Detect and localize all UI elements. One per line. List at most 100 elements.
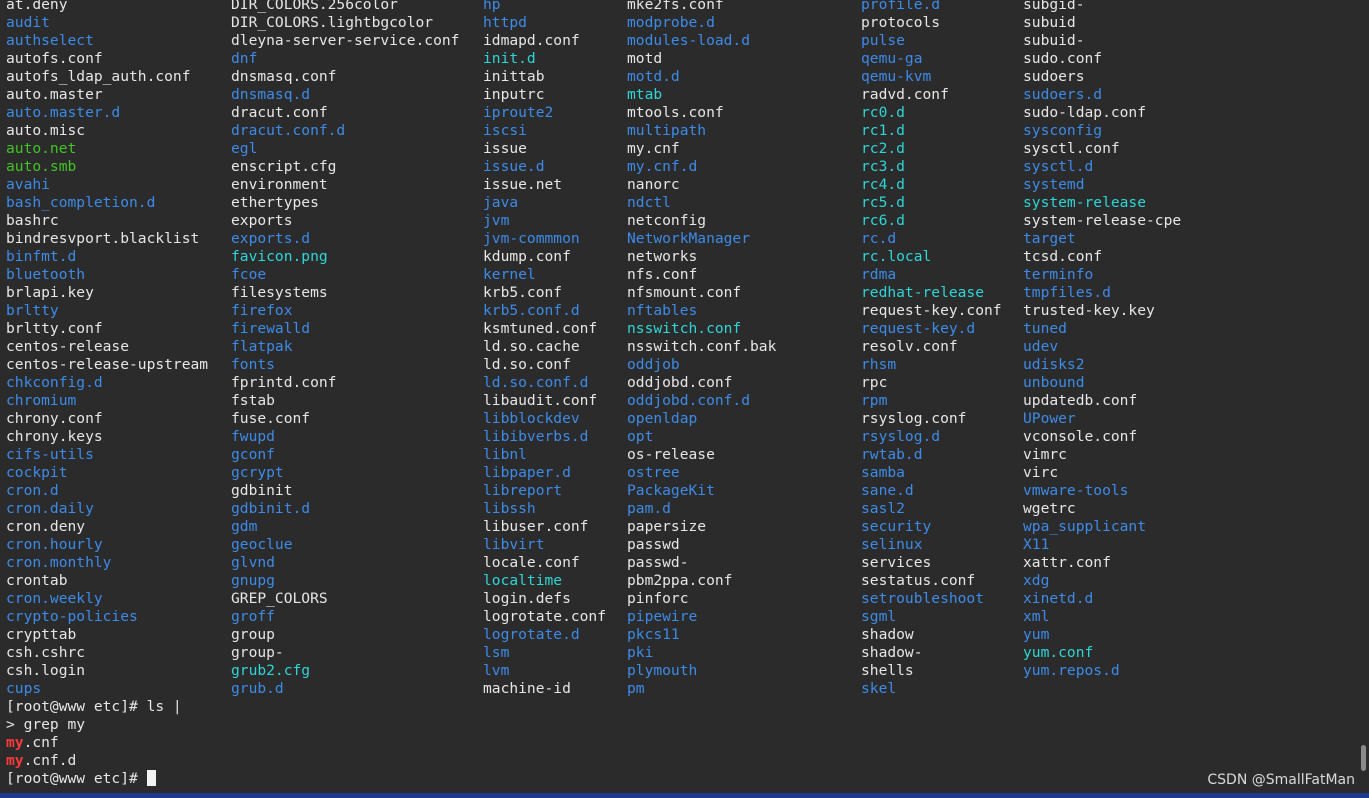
ls-entry-link: rc4.d [861, 176, 905, 193]
ls-entry-dir: libssh [483, 500, 536, 517]
ls-entry-dir: rc.d [861, 230, 897, 247]
ls-entry-dir: oddjobd.conf.d [627, 392, 751, 409]
text-cursor[interactable] [146, 770, 156, 786]
ls-entry-file: csh.login [6, 662, 86, 679]
ls-entry-dir: oddjob [627, 356, 680, 373]
ls-entry-file: ksmtuned.conf [483, 320, 598, 337]
ls-entry-file: nfs.conf [627, 266, 698, 283]
ls-entry-dir: ld.so.conf.d [483, 374, 589, 391]
ls-entry-file: locale.conf [483, 554, 580, 571]
ls-entry-file: sudo.conf [1023, 50, 1103, 67]
ls-entry-file: request-key.conf [861, 302, 1002, 319]
ls-entry-file: motd [627, 50, 663, 67]
ls-entry-dir: bluetooth [6, 266, 86, 283]
ls-entry-dir: tmpfiles.d [1023, 284, 1111, 301]
ls-entry-file: cron.deny [6, 518, 86, 535]
ls-entry-file: autofs.conf [6, 50, 103, 67]
ls-entry-dir: tuned [1023, 320, 1067, 337]
ls-entry-link: rc0.d [861, 104, 905, 121]
ls-entry-dir: gconf [231, 446, 275, 463]
ls-entry-file: rpc [861, 374, 888, 391]
command-line: [root@www etc]# ls | [6, 698, 182, 715]
grep-match-highlight: my [6, 734, 24, 751]
ls-entry-dir: rsyslog.d [861, 428, 941, 445]
ls-entry-file: at.deny [6, 0, 68, 13]
ls-entry-file: subgid- [1023, 0, 1085, 13]
ls-entry-file: os-release [627, 446, 715, 463]
ls-entry-file: auto.misc [6, 122, 86, 139]
ls-entry-file: shadow- [861, 644, 923, 661]
ls-entry-file: group [231, 626, 275, 643]
ls-entry-dir: cron.daily [6, 500, 94, 517]
ls-entry-dir: crypto-policies [6, 608, 138, 625]
ls-entry-dir: lvm [483, 662, 510, 679]
ls-entry-dir: jvm [483, 212, 510, 229]
ls-entry-dir: geoclue [231, 536, 293, 553]
ls-entry-file: exports [231, 212, 293, 229]
ls-entry-dir: glvnd [231, 554, 275, 571]
ls-entry-link: rc3.d [861, 158, 905, 175]
ls-entry-dir: modules-load.d [627, 32, 751, 49]
ls-entry-link: rc6.d [861, 212, 905, 229]
ls-entry-file: trusted-key.key [1023, 302, 1155, 319]
ls-entry-dir: PackageKit [627, 482, 715, 499]
ls-entry-dir: httpd [483, 14, 527, 31]
ls-entry-dir: qemu-kvm [861, 68, 932, 85]
ls-entry-dir: NetworkManager [627, 230, 751, 247]
ls-entry-dir: dnf [231, 50, 258, 67]
ls-entry-file: sudoers [1023, 68, 1085, 85]
ls-entry-file: mtools.conf [627, 104, 724, 121]
grep-result-rest: .cnf [23, 734, 59, 751]
ls-entry-file: fuse.conf [231, 410, 311, 427]
ls-entry-exec: auto.smb [6, 158, 77, 175]
ls-entry-file: papersize [627, 518, 707, 535]
ls-entry-file: sysctl.conf [1023, 140, 1120, 157]
ls-entry-dir: sysctl.d [1023, 158, 1094, 175]
ls-entry-dir: motd.d [627, 68, 680, 85]
ls-column: mke2fs.conf modprobe.d modules-load.d motd m… [627, 0, 776, 698]
ls-entry-file: fstab [231, 392, 275, 409]
ls-entry-file: ld.so.cache [483, 338, 580, 355]
ls-entry-dir: cron.weekly [6, 590, 103, 607]
ls-entry-file: system-release-cpe [1023, 212, 1182, 229]
active-prompt-line[interactable]: [root@www etc]# [6, 770, 182, 788]
ls-entry-file: passwd [627, 536, 680, 553]
scrollbar-thumb[interactable] [1361, 745, 1366, 771]
ls-entry-file: netconfig [627, 212, 707, 229]
ls-column: profile.d protocols pulse qemu-ga qemu-kvm ra… [861, 0, 1002, 698]
grep-result: my.cnf.d [6, 752, 182, 770]
ls-entry-file: libaudit.conf [483, 392, 598, 409]
ls-entry-link: redhat-release [861, 284, 985, 301]
ls-entry-dir: plymouth [627, 662, 698, 679]
ls-entry-dir: nftables [627, 302, 698, 319]
ls-entry-file: nfsmount.conf [627, 284, 742, 301]
ls-entry-file: vimrc [1023, 446, 1067, 463]
ls-entry-file: auto.master [6, 86, 103, 103]
ls-entry-dir: cron.hourly [6, 536, 103, 553]
ls-entry-file: sestatus.conf [861, 572, 976, 589]
ls-entry-file: ethertypes [231, 194, 319, 211]
ls-entry-dir: pm [627, 680, 645, 697]
ls-entry-file: issue.net [483, 176, 563, 193]
ls-entry-dir: gcrypt [231, 464, 284, 481]
terminal-window[interactable]: at.deny audit authselect autofs.conf autofs_… [0, 0, 1369, 798]
ls-entry-file: shadow [861, 626, 914, 643]
ls-entry-dir: rdma [861, 266, 897, 283]
ls-entry-file: gdbinit [231, 482, 293, 499]
ls-entry-file: subuid- [1023, 32, 1085, 49]
ls-entry-dir: request-key.d [861, 320, 976, 337]
ls-entry-dir: iproute2 [483, 104, 554, 121]
ls-entry-file: nsswitch.conf.bak [627, 338, 777, 355]
ls-entry-file: inittab [483, 68, 545, 85]
shell-prompt: [root@www etc]# [6, 770, 147, 787]
ls-entry-dir: krb5.conf.d [483, 302, 580, 319]
ls-entry-dir: kernel [483, 266, 536, 283]
ls-entry-dir: hp [483, 0, 501, 13]
ls-entry-dir: selinux [861, 536, 923, 553]
ls-entry-dir: profile.d [861, 0, 941, 13]
ls-entry-dir: gdm [231, 518, 258, 535]
ls-entry-file: radvd.conf [861, 86, 949, 103]
ls-entry-dir: exports.d [231, 230, 311, 247]
ls-entry-dir: lsm [483, 644, 510, 661]
ls-entry-dir: libreport [483, 482, 563, 499]
